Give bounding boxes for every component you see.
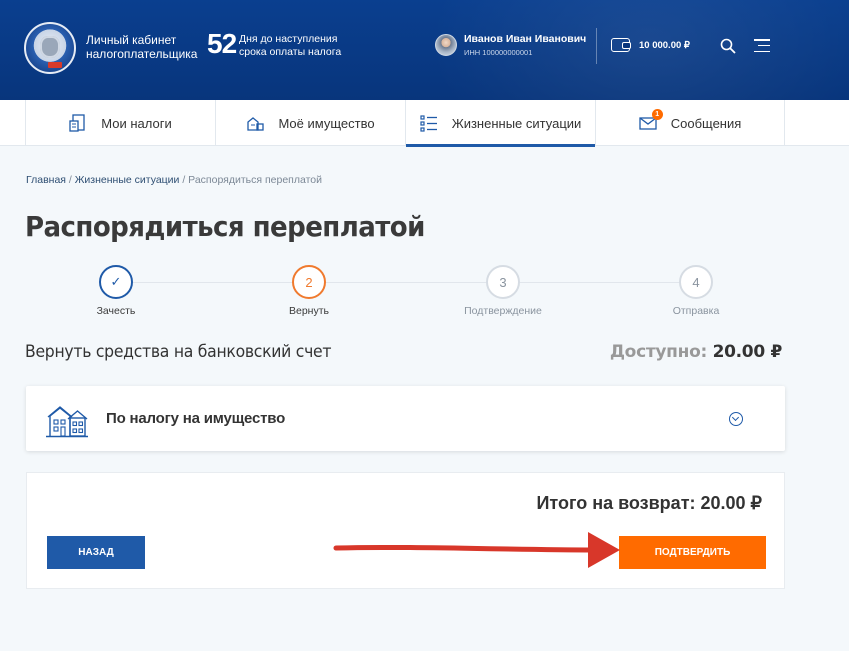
total-refund: Итого на возврат: 20.00 ₽ [536,493,762,513]
step-return[interactable]: 2 Вернуть [249,265,369,317]
days-until-deadline-text: Дня до наступления срока оплаты налога [239,33,342,58]
hamburger-menu-icon[interactable] [754,39,770,53]
breadcrumb-section-link[interactable]: Жизненные ситуации [75,174,180,186]
wallet-icon[interactable] [611,38,631,52]
taxes-document-icon [69,114,87,132]
tab-label: Сообщения [670,115,742,131]
top-header: Личный кабинет налогоплательщика 52 Дня … [0,0,849,100]
property-icon [246,114,265,132]
fns-emblem-logo[interactable] [24,22,76,74]
page-title: Распорядиться переплатой [25,210,425,243]
stepper-line [116,282,696,283]
tax-item-label: По налогу на имущество [106,410,286,427]
tab-label: Мои налоги [101,115,172,131]
step-offset[interactable]: ✓ Зачесть [56,265,176,317]
available-value: 20.00 ₽ [712,342,783,362]
step-number: 4 [679,265,713,299]
tab-my-taxes[interactable]: Мои налоги [25,100,215,146]
step-label: Отправка [672,305,720,317]
step-label: Подтверждение [464,305,542,317]
tab-messages[interactable]: 1 Сообщения [595,100,785,146]
house-icon [46,402,88,438]
cabinet-title[interactable]: Личный кабинет налогоплательщика [86,33,206,61]
search-icon[interactable] [720,38,736,54]
annotation-arrow-icon [333,532,620,568]
step-sending: 4 Отправка [636,265,756,317]
breadcrumb-separator: / [179,174,189,186]
breadcrumb-home-link[interactable]: Главная [26,174,66,186]
breadcrumb-current: Распорядиться переплатой [188,174,322,186]
user-name[interactable]: Иванов Иван Иванович [464,33,586,45]
tab-label: Жизненные ситуации [451,115,582,131]
step-confirmation: 3 Подтверждение [443,265,563,317]
back-button[interactable]: НАЗАД [47,536,145,569]
avatar[interactable] [435,34,457,56]
tax-item-card[interactable]: По налогу на имущество [26,386,785,451]
envelope-icon: 1 [639,109,663,132]
breadcrumb-separator: / [65,174,75,186]
main-nav-tabs: Мои налоги Моё имущество Жизненные ситуа… [0,100,849,147]
list-icon [420,114,438,132]
tab-life-situations[interactable]: Жизненные ситуации [405,100,595,147]
step-number: 2 [292,265,326,299]
step-label: Вернуть [288,305,329,317]
step-number: 3 [486,265,520,299]
section-title: Вернуть средства на банковский счет [25,342,332,362]
user-inn: ИНН 100000000001 [464,48,533,57]
unread-badge: 1 [651,109,663,120]
step-check-icon: ✓ [99,265,133,299]
tab-my-property[interactable]: Моё имущество [215,100,405,146]
days-until-deadline-number: 52 [207,28,237,59]
breadcrumb: Главная / Жизненные ситуации / Распоряди… [26,174,322,186]
step-label: Зачесть [96,305,136,317]
ribbon-icon [48,62,62,68]
eagle-icon [40,36,60,58]
confirm-button[interactable]: ПОДТВЕРДИТЬ [619,536,766,569]
available-label: Доступно: [609,342,707,362]
available-amount: Доступно: 20.00 ₽ [610,342,782,362]
tab-label: Моё имущество [278,115,375,131]
chevron-down-icon[interactable] [729,412,743,426]
header-divider [596,28,597,64]
balance-amount[interactable]: 10 000.00 ₽ [639,40,690,51]
